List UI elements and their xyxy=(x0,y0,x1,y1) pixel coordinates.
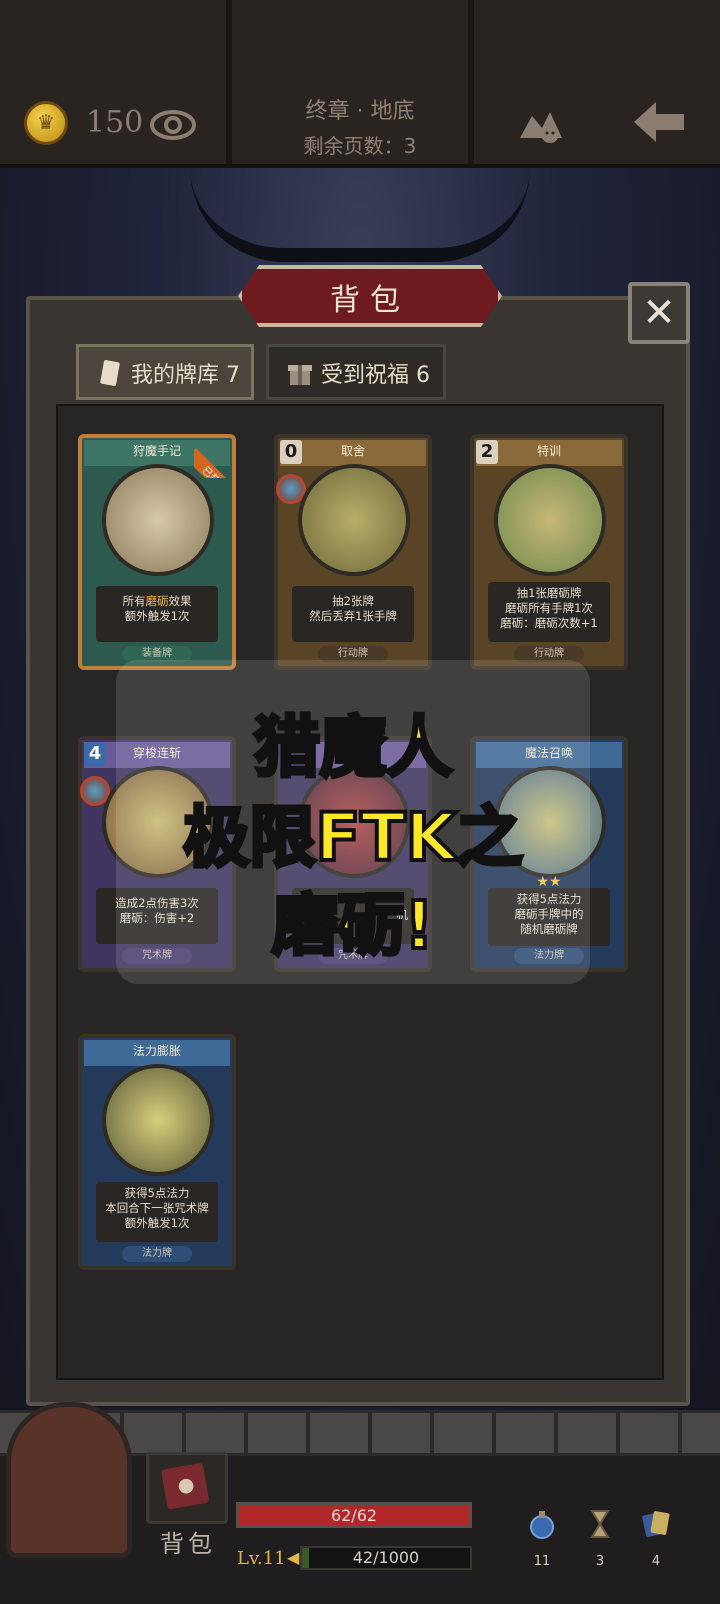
card-type: 法力牌 xyxy=(122,1246,192,1262)
tab-label: 受到祝福 6 xyxy=(321,363,430,388)
card-description: 获得5点法力 本回合下一张咒术牌 额外触发1次 xyxy=(96,1182,218,1242)
card[interactable]: 狩魔手记 已装备 所有磨砺效果 额外触发1次 装备牌 xyxy=(78,434,238,670)
player-level: Lv.11 xyxy=(237,1548,286,1569)
tab-label: 我的牌库 7 xyxy=(131,363,240,388)
hourglass-stat[interactable]: 3 xyxy=(580,1508,620,1569)
gift-icon xyxy=(288,365,312,385)
tab-blessings[interactable]: 受到祝福 6 xyxy=(266,344,446,400)
back-arrow-icon[interactable] xyxy=(632,100,686,144)
close-icon: ✕ xyxy=(642,290,676,336)
cards-stat[interactable]: 4 xyxy=(636,1508,676,1569)
hp-text: 62/62 xyxy=(330,1506,378,1525)
bag-icon xyxy=(161,1463,209,1510)
bag-label: 背包 xyxy=(160,1530,216,1558)
chapter-title: 终章 · 地底 xyxy=(305,99,415,124)
xp-text: 42/1000 xyxy=(352,1548,420,1567)
card[interactable]: 特训 2 抽1张磨砺牌 磨砺所有手牌1次 磨砺：磨砺次数+1 行动牌 xyxy=(470,434,628,670)
bag-button[interactable] xyxy=(146,1452,228,1524)
panel-title: 背包 xyxy=(330,283,410,318)
cards-count: 4 xyxy=(651,1554,661,1569)
coin-count: 150 xyxy=(86,105,144,140)
card-cost: 4 xyxy=(84,742,106,766)
card-art-mana-surge xyxy=(102,1064,214,1176)
pet-icon[interactable] xyxy=(516,98,566,146)
level-arrow-icon: ◀ xyxy=(287,1548,300,1567)
video-caption-overlay: 猎魔人 极限FTK之 磨砺! xyxy=(116,660,590,984)
hourglass-count: 3 xyxy=(595,1554,605,1569)
card-name: 法力膨胀 xyxy=(132,1044,181,1058)
potion-icon xyxy=(530,1511,554,1539)
cards-icon xyxy=(642,1511,670,1538)
card-description: 抽2张牌 然后丢弃1张手牌 xyxy=(292,586,414,642)
close-button[interactable]: ✕ xyxy=(628,282,690,344)
card-art-training xyxy=(494,464,606,576)
caption-line: 磨砺! xyxy=(270,885,436,966)
pages-remaining: 剩余页数：3 xyxy=(303,134,417,158)
card-description: 所有磨砺效果 额外触发1次 xyxy=(96,586,218,642)
card-description: 抽1张磨砺牌 磨砺所有手牌1次 磨砺：磨砺次数+1 xyxy=(488,582,610,642)
hero-portrait[interactable] xyxy=(6,1402,132,1558)
potion-stat[interactable]: 11 xyxy=(522,1508,562,1569)
caption-line: 猎魔人 xyxy=(252,707,454,788)
card-cost: 0 xyxy=(280,440,302,464)
coin-icon xyxy=(24,101,68,145)
card-art-sage xyxy=(298,464,410,576)
card-art-book xyxy=(102,464,214,576)
background-arch xyxy=(190,168,530,262)
eye-icon[interactable] xyxy=(150,108,196,142)
tab-my-deck[interactable]: 我的牌库 7 xyxy=(76,344,254,400)
potion-count: 11 xyxy=(533,1554,551,1569)
card-icon xyxy=(100,360,120,386)
card[interactable]: 法力膨胀 获得5点法力 本回合下一张咒术牌 额外触发1次 法力牌 xyxy=(78,1034,236,1270)
caption-line: 极限FTK之 xyxy=(181,797,524,878)
divider xyxy=(226,0,232,164)
card-cost: 2 xyxy=(476,440,498,464)
hourglass-icon xyxy=(590,1510,610,1538)
equipped-badge: 已装备 xyxy=(194,434,238,478)
card[interactable]: 取舍 0 抽2张牌 然后丢弃1张手牌 行动牌 xyxy=(274,434,432,670)
